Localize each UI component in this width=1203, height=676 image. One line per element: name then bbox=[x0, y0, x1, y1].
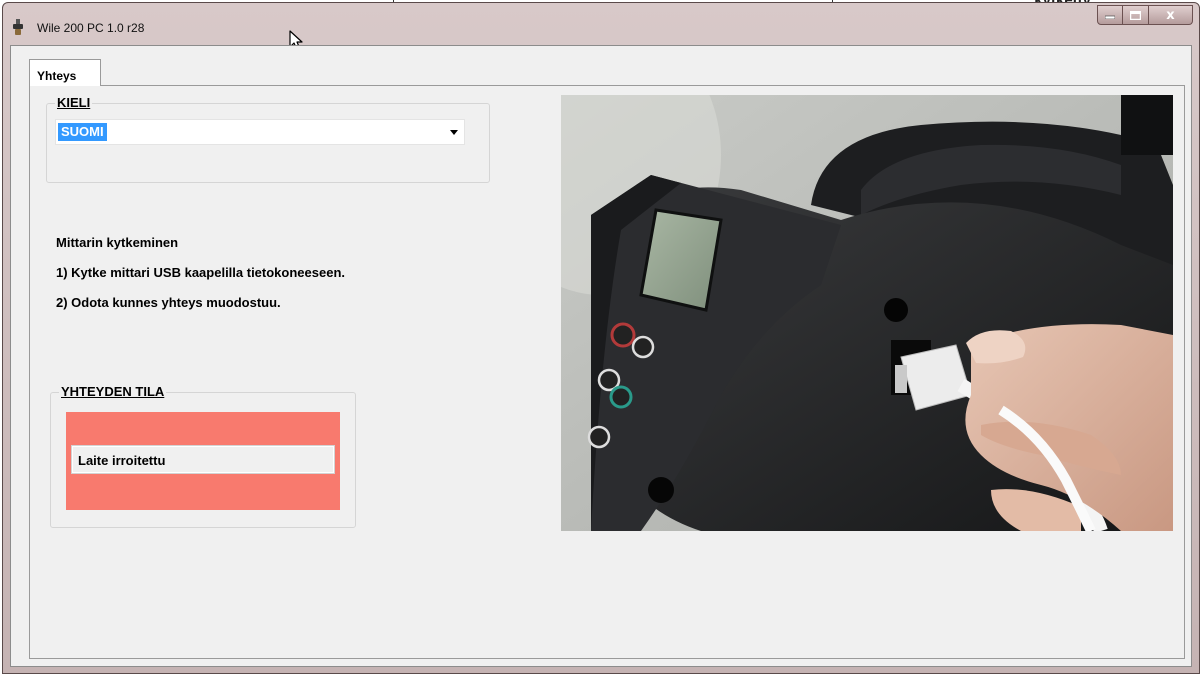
chevron-down-icon[interactable] bbox=[450, 130, 458, 135]
app-window: Wile 200 PC 1.0 r28 x Yhteys KIELI SUOMI… bbox=[2, 2, 1200, 674]
minimize-button[interactable] bbox=[1097, 5, 1123, 25]
usb-connection-photo bbox=[561, 95, 1173, 531]
title-bar[interactable]: Wile 200 PC 1.0 r28 x bbox=[3, 3, 1199, 43]
language-group-label: KIELI bbox=[55, 95, 93, 110]
maximize-button[interactable] bbox=[1123, 5, 1149, 25]
client-area: Yhteys KIELI SUOMI Mittarin kytkeminen 1… bbox=[10, 45, 1192, 667]
instructions-step-1: 1) Kytke mittari USB kaapelilla tietokon… bbox=[56, 265, 345, 280]
connection-status-text: Laite irroitettu bbox=[71, 445, 335, 474]
language-dropdown[interactable]: SUOMI bbox=[55, 119, 465, 145]
instructions-step-2: 2) Odota kunnes yhteys muodostuu. bbox=[56, 295, 281, 310]
caption-buttons: x bbox=[1097, 5, 1193, 27]
minimize-icon bbox=[1105, 15, 1115, 19]
close-button[interactable]: x bbox=[1149, 5, 1193, 25]
wile-app-icon[interactable] bbox=[11, 19, 25, 35]
language-groupbox: KIELI SUOMI bbox=[46, 95, 490, 183]
window-title: Wile 200 PC 1.0 r28 bbox=[37, 21, 145, 35]
tab-yhteys[interactable]: Yhteys bbox=[29, 59, 101, 86]
connection-status-group-label: YHTEYDEN TILA bbox=[59, 384, 167, 399]
connection-status-groupbox: YHTEYDEN TILA Laite irroitettu bbox=[50, 384, 356, 528]
language-selected-value: SUOMI bbox=[58, 123, 107, 141]
instructions-heading: Mittarin kytkeminen bbox=[56, 235, 179, 250]
close-icon: x bbox=[1166, 7, 1175, 23]
connection-status-indicator: Laite irroitettu bbox=[66, 412, 340, 510]
maximize-icon bbox=[1130, 10, 1141, 20]
tab-panel-yhteys: KIELI SUOMI Mittarin kytkeminen 1) Kytke… bbox=[29, 85, 1185, 659]
